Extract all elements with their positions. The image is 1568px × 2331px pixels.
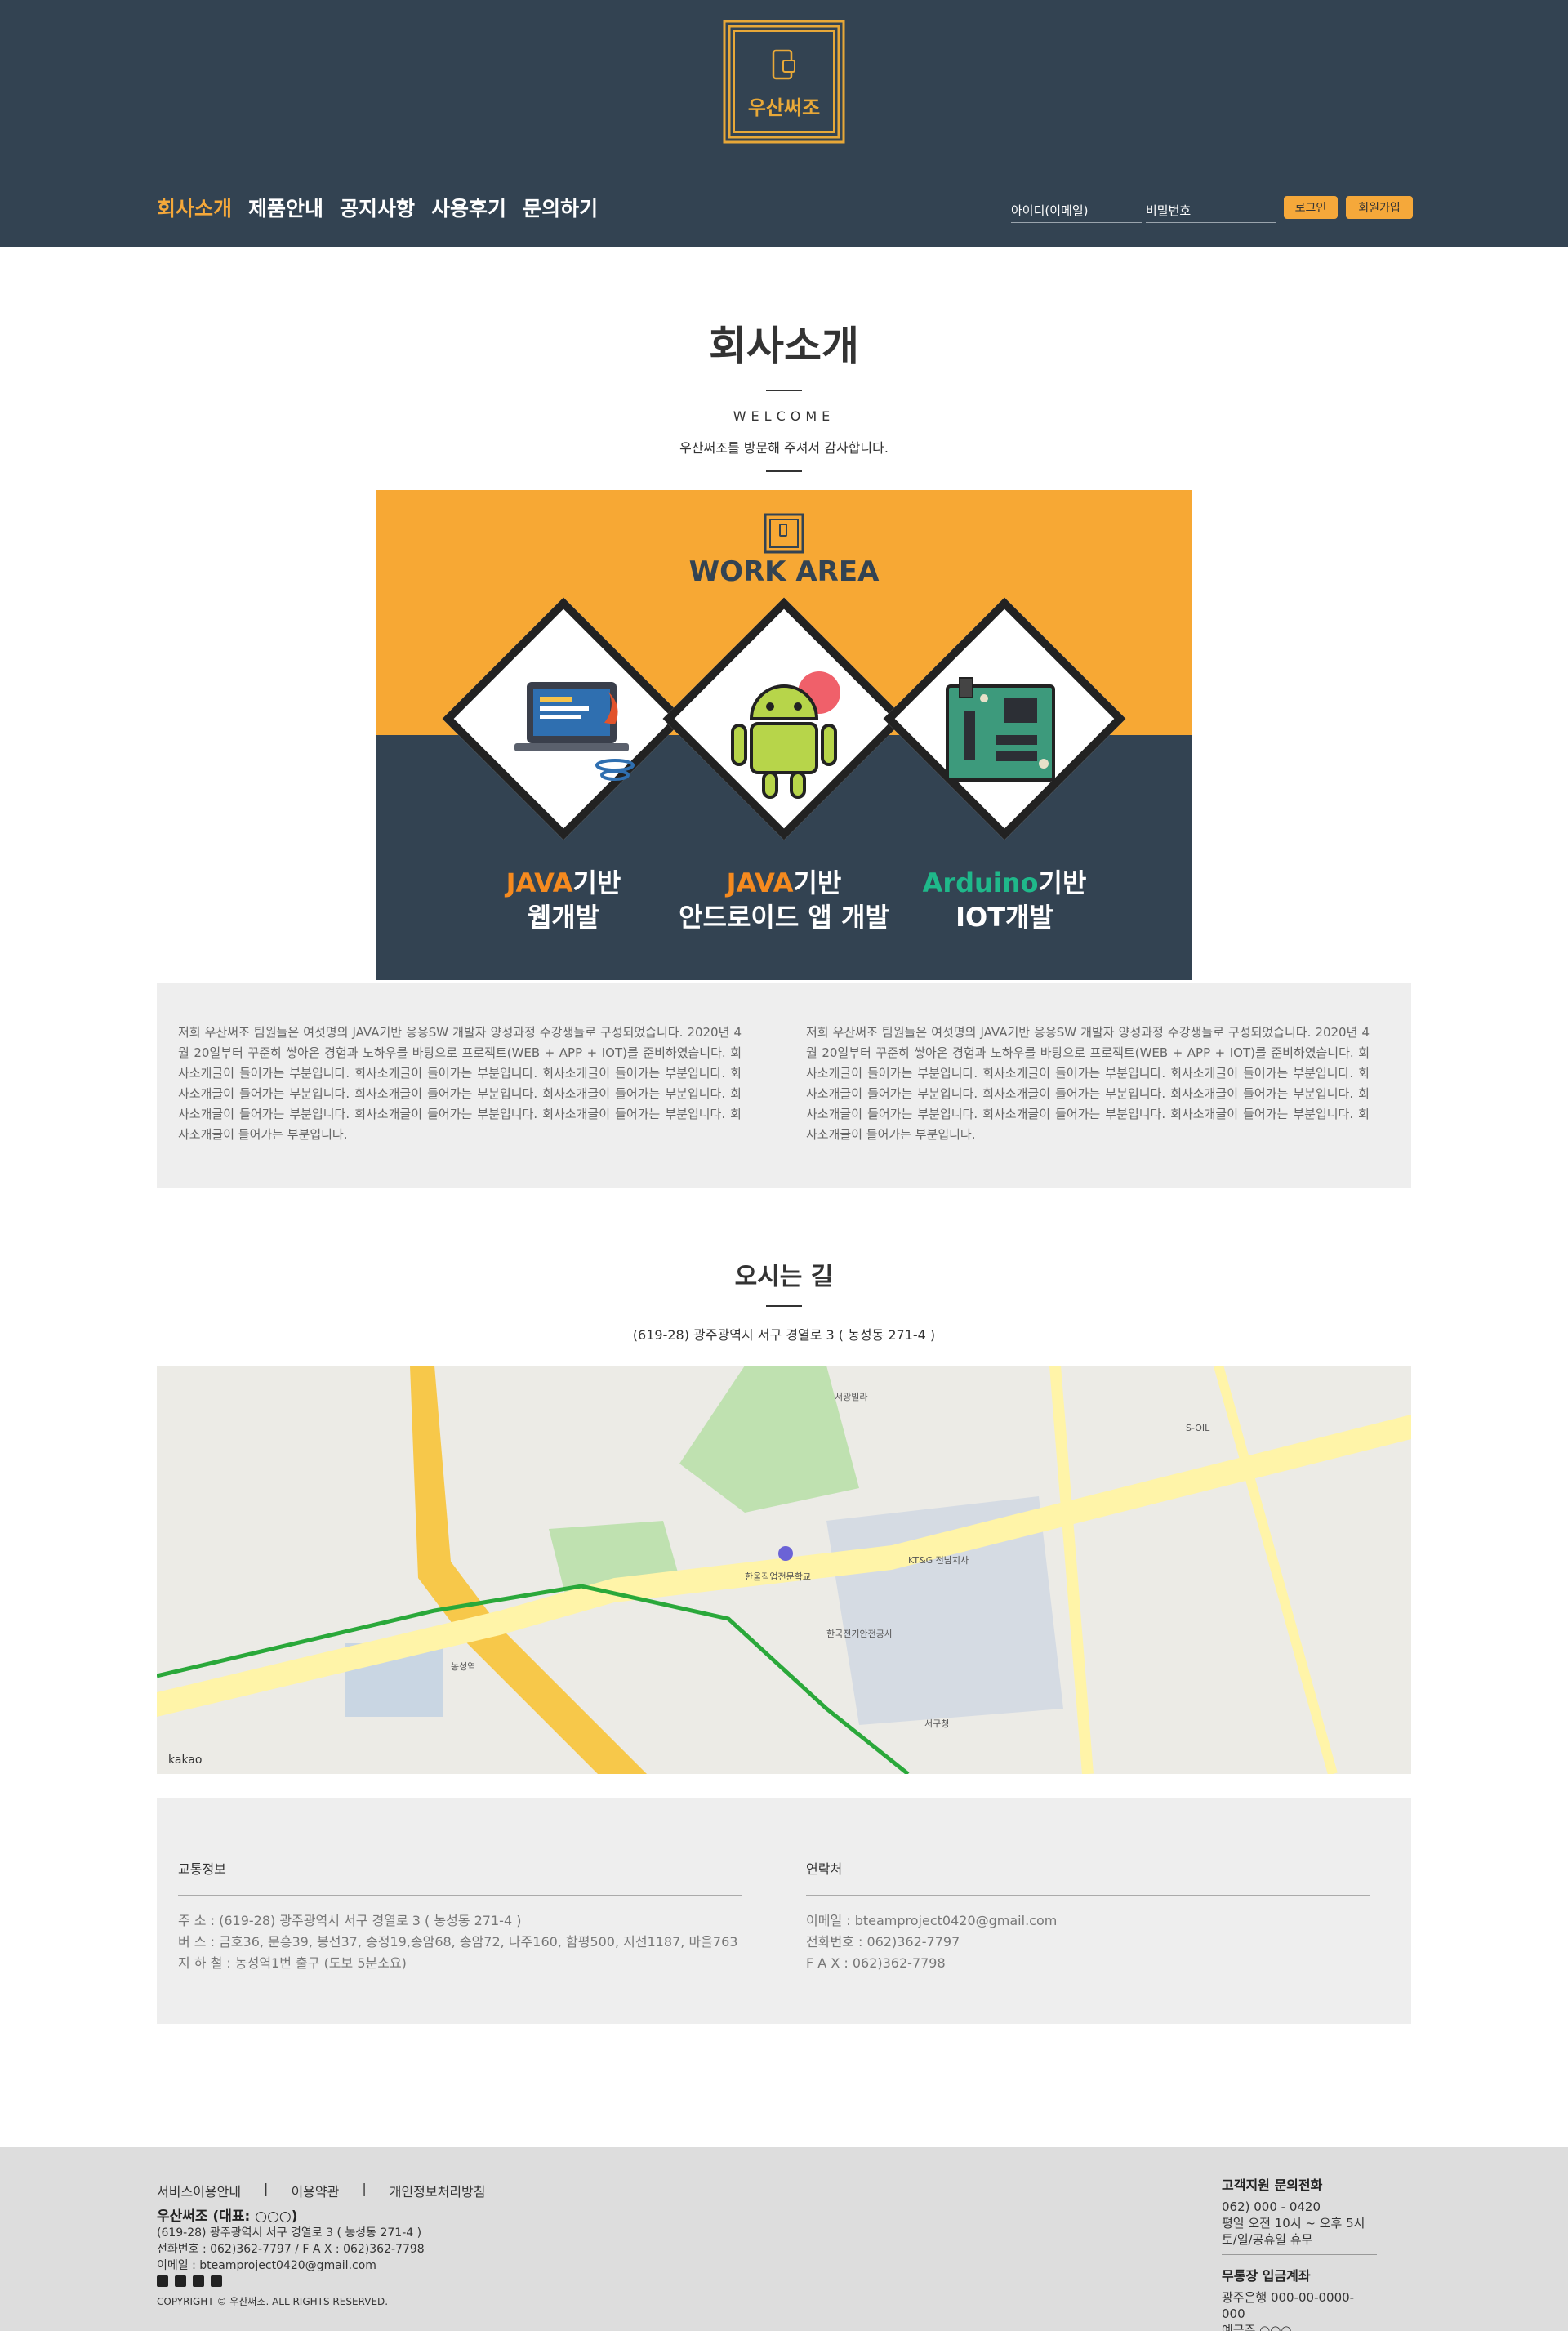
footer-link-privacy[interactable]: 개인정보처리방침	[390, 2181, 486, 2200]
map-label: 서구청	[924, 1718, 950, 1729]
contact-title: 연락처	[806, 1861, 843, 1877]
traffic-details: 주 소 : (619-28) 광주광역시 서구 경열로 3 ( 농성동 271-…	[178, 1913, 738, 1971]
footer-info: (619-28) 광주광역시 서구 경열로 3 ( 농성동 271-4 ) 전화…	[157, 2226, 425, 2272]
site-footer: 서비스이용안내 | 이용약관 | 개인정보처리방침 우산써조 (대표: ○○○)…	[0, 2147, 1568, 2331]
welcome-message: 우산써조를 방문해 주셔서 감사합니다.	[679, 440, 889, 456]
service-label-iot: Arduino기반 IOT개발	[922, 867, 1087, 933]
bank-title: 무통장 입금계좌	[1222, 2268, 1311, 2284]
location-map[interactable]: kakao 한울직업전문학교 서구청 농성역 KT&G 전남지사 한국전기안전공…	[157, 1366, 1411, 1774]
circuit-board-icon	[946, 677, 1055, 782]
title-divider	[766, 390, 802, 391]
login-id-input[interactable]	[1011, 198, 1142, 223]
about-text-right: 저희 우산써조 팀원들은 여섯명의 JAVA기반 응용SW 개발자 양성과정 수…	[806, 1025, 1370, 1142]
map-label: 서광빌라	[835, 1392, 868, 1402]
nav-item-reviews[interactable]: 사용후기	[431, 193, 506, 222]
cs-title: 고객지원 문의전화	[1222, 2177, 1323, 2193]
contact-divider	[806, 1895, 1370, 1896]
twitter-icon[interactable]	[175, 2275, 186, 2287]
footer-separator: |	[362, 2181, 367, 2196]
nav-item-contact[interactable]: 문의하기	[523, 193, 598, 222]
nav-item-notice[interactable]: 공지사항	[340, 193, 415, 222]
location-title: 오시는 길	[734, 1263, 834, 1291]
site-logo[interactable]: 우산써조	[723, 20, 845, 144]
footer-support: 고객지원 문의전화 062) 000 - 0420 평일 오전 10시 ~ 오후…	[1222, 2174, 1377, 2331]
work-area-banner: WORK AREA JAVA기반 웹개발 JAVA기반 안드로이드 앱 개발 A…	[376, 490, 1192, 980]
nav-item-about[interactable]: 회사소개	[157, 193, 232, 222]
main-nav: 회사소개 제품안내 공지사항 사용후기 문의하기	[157, 193, 598, 222]
instagram-icon[interactable]	[157, 2275, 168, 2287]
facebook-icon[interactable]	[193, 2275, 204, 2287]
map-label: 한울직업전문학교	[745, 1571, 811, 1582]
laptop-java-icon	[514, 682, 635, 781]
footer-copyright: COPYRIGHT © 우산써조. ALL RIGHTS RESERVED.	[157, 2296, 389, 2307]
youtube-icon[interactable]	[211, 2275, 222, 2287]
location-address: (619-28) 광주광역시 서구 경열로 3 ( 농성동 271-4 )	[632, 1327, 936, 1343]
signup-button[interactable]: 회원가입	[1346, 196, 1413, 219]
footer-link-terms[interactable]: 이용약관	[291, 2181, 339, 2200]
footer-links: 서비스이용안내 | 이용약관 | 개인정보처리방침	[157, 2181, 485, 2200]
about-text-left: 저희 우산써조 팀원들은 여섯명의 JAVA기반 응용SW 개발자 양성과정 수…	[178, 1025, 742, 1142]
welcome-label: WELCOME	[733, 408, 835, 424]
nav-item-products[interactable]: 제품안내	[248, 193, 323, 222]
banner-logo-icon	[764, 513, 804, 554]
login-password-input[interactable]	[1146, 198, 1276, 223]
login-button[interactable]: 로그인	[1284, 196, 1338, 219]
location-divider	[766, 1305, 802, 1307]
footer-separator: |	[264, 2181, 269, 2196]
logo-text: 우산써조	[747, 96, 821, 119]
site-header: 우산써조 회사소개 제품안내 공지사항 사용후기 문의하기 로그인 회원가입	[0, 0, 1568, 247]
welcome-divider	[766, 470, 802, 472]
traffic-title: 교통정보	[178, 1861, 226, 1877]
map-label: 농성역	[451, 1661, 476, 1672]
banner-title: WORK AREA	[688, 555, 880, 588]
traffic-divider	[178, 1895, 742, 1896]
map-brand: kakao	[168, 1754, 203, 1767]
map-label: S-OIL	[1186, 1423, 1210, 1433]
footer-support-divider	[1222, 2254, 1377, 2255]
footer-link-service[interactable]: 서비스이용안내	[157, 2181, 241, 2200]
page-title: 회사소개	[709, 323, 859, 370]
footer-company: 우산써조 (대표: ○○○)	[157, 2208, 298, 2225]
android-icon	[731, 671, 840, 799]
contact-details: 이메일 : bteamproject0420@gmail.com 전화번호 : …	[806, 1913, 1058, 1971]
footer-social	[157, 2275, 222, 2287]
map-label: 한국전기안전공사	[826, 1629, 893, 1639]
map-label: KT&G 전남지사	[908, 1555, 969, 1566]
